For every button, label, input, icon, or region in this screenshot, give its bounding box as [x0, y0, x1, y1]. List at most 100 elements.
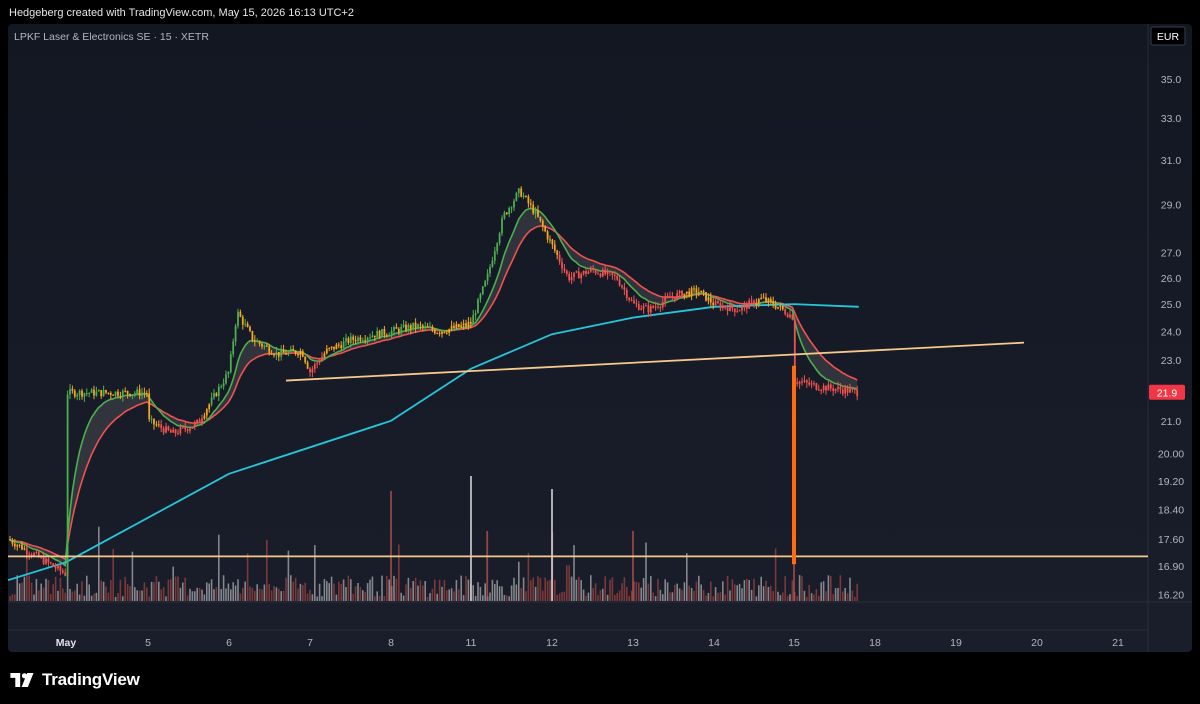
volume-bar	[402, 595, 405, 601]
candle-body	[16, 545, 19, 547]
price-chart[interactable]: 35.0 33.0 31.0 29.0 27.0 26.0 25.0 24.0 23.0 21.0…	[8, 24, 1192, 652]
volume-bar	[196, 587, 198, 601]
candle-body	[117, 391, 119, 396]
candle-body	[450, 325, 453, 329]
volume-bar	[746, 578, 748, 601]
volume-bar	[657, 578, 659, 601]
candle-body	[265, 345, 268, 347]
candle-body	[241, 316, 244, 325]
candle-body	[556, 250, 559, 255]
candle-body	[825, 385, 827, 391]
volume-bar	[436, 593, 438, 601]
price-tick-label: 27.0	[1161, 248, 1182, 260]
volume-bar	[302, 584, 304, 601]
volume-bar	[722, 581, 724, 601]
candle-body	[666, 296, 669, 298]
volume-bars	[9, 476, 858, 601]
volume-bar	[640, 587, 642, 601]
volume-bar	[244, 581, 246, 601]
candle-body	[215, 393, 218, 397]
candle-body	[479, 294, 482, 300]
time-axis[interactable]: May 5 6 7 8 11 12 13 14 15 18 19 20 21	[56, 637, 1124, 649]
volume-bar	[642, 578, 645, 601]
volume-bar	[299, 583, 302, 601]
volume-bar	[698, 575, 700, 601]
candle-body	[779, 305, 782, 307]
volume-bar	[611, 577, 614, 601]
volume-bar	[42, 587, 45, 601]
tradingview-brand[interactable]: TradingView	[10, 670, 140, 690]
time-tick-label: 15	[788, 637, 800, 649]
volume-bar	[806, 596, 808, 601]
time-tick-label: 20	[1031, 637, 1043, 649]
candle-body	[352, 336, 355, 340]
candle-body	[786, 314, 789, 318]
volume-bar	[208, 583, 210, 601]
volume-spike	[390, 491, 392, 601]
volume-bar	[35, 579, 38, 601]
volume-bar	[520, 588, 522, 601]
candle-body	[429, 327, 431, 329]
candle-body	[184, 426, 187, 430]
volume-bar	[407, 577, 410, 601]
volume-bar	[527, 552, 530, 601]
volume-bar	[678, 588, 681, 601]
volume-bar	[383, 595, 386, 601]
volume-bar	[506, 595, 508, 601]
candle-body	[798, 381, 801, 384]
candle-body	[441, 331, 443, 334]
candle-body	[414, 322, 417, 328]
volume-bar	[136, 590, 138, 601]
volume-bar	[568, 565, 570, 601]
time-tick-label: 13	[627, 637, 639, 649]
candle-body	[508, 208, 511, 215]
price-axis[interactable]: 35.0 33.0 31.0 29.0 27.0 26.0 25.0 24.0 23.0 21.0…	[1158, 74, 1184, 602]
volume-bar	[770, 585, 772, 601]
volume-bar	[494, 583, 496, 601]
candle-body	[309, 368, 311, 373]
candle-body	[323, 353, 326, 357]
volume-bar	[515, 584, 518, 601]
volume-bar	[712, 596, 714, 601]
volume-bar	[683, 582, 686, 601]
candle-body	[445, 332, 448, 334]
volume-bar	[225, 588, 227, 601]
volume-bar	[563, 591, 566, 601]
candle-body	[551, 239, 554, 245]
candle-body	[119, 395, 122, 397]
candle-body	[510, 207, 513, 209]
candle-body	[748, 300, 751, 309]
candle-body	[275, 352, 278, 356]
candle-body	[59, 565, 62, 571]
volume-bar	[738, 583, 741, 601]
volume-bar	[472, 585, 474, 601]
volume-bar	[256, 584, 258, 601]
volume-bar	[11, 594, 14, 601]
candle-body	[306, 362, 309, 369]
volume-bar	[767, 586, 770, 601]
volume-bar	[621, 583, 623, 601]
volume-bar	[78, 594, 81, 601]
candle-body	[575, 271, 578, 273]
candle-body	[61, 570, 64, 573]
volume-bar	[153, 582, 155, 601]
volume-bar	[854, 596, 856, 601]
time-tick-label: 21	[1112, 637, 1124, 649]
volume-bar	[316, 596, 318, 601]
volume-bar	[388, 579, 390, 601]
candle-body	[597, 273, 599, 275]
volume-bar	[750, 589, 753, 601]
candle-body	[71, 388, 74, 391]
candle-body	[256, 341, 259, 343]
volume-bar	[549, 579, 551, 601]
chart-panel[interactable]: LPKF Laser & Electronics SE · 15 · XETR …	[8, 24, 1192, 652]
candle-body	[335, 344, 338, 350]
volume-bar	[292, 581, 294, 601]
candle-body	[378, 330, 381, 338]
candle-body	[498, 233, 501, 244]
time-tick-label: 18	[869, 637, 881, 649]
volume-bar	[184, 577, 186, 601]
currency-label: EUR	[1157, 31, 1180, 43]
candle-body	[210, 397, 213, 405]
neckline-trendline[interactable]	[285, 341, 1025, 382]
